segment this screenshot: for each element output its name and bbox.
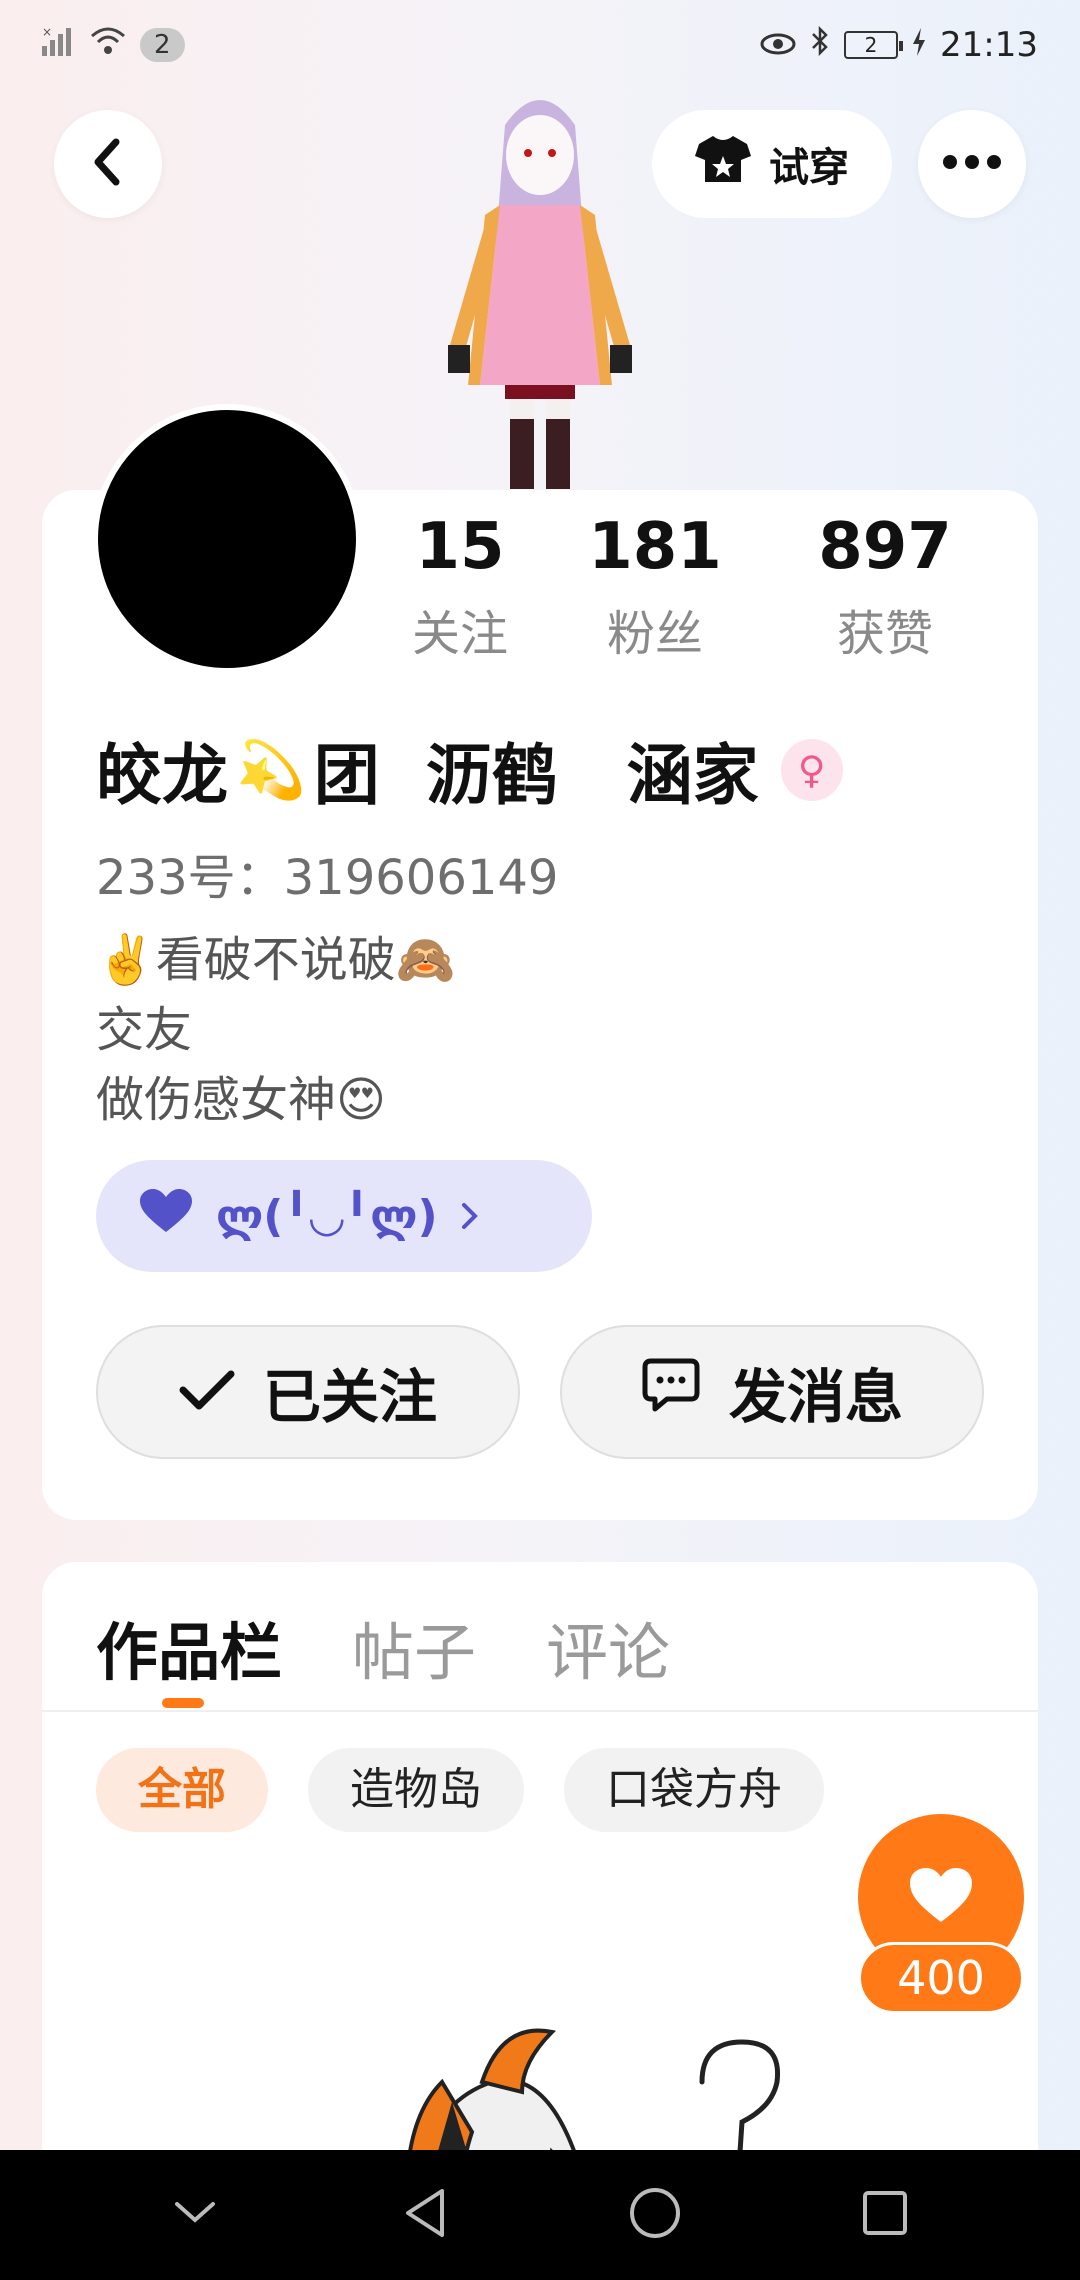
stat-value: 897 xyxy=(818,510,952,584)
battery-icon: 2 xyxy=(844,31,904,59)
username-part1: 皎龙 xyxy=(96,737,228,814)
stat-fans[interactable]: 181 粉丝 xyxy=(540,510,770,664)
stat-value: 15 xyxy=(415,510,505,584)
avatar-character-illustration xyxy=(410,85,670,490)
stat-label: 粉丝 xyxy=(606,606,703,662)
signal-icon: × xyxy=(42,25,76,65)
nav-home-button[interactable] xyxy=(615,2175,695,2255)
username: 皎龙 💫 团 沥鹤 涵家 ♀ xyxy=(96,722,843,818)
system-navigation-bar xyxy=(0,2150,1080,2280)
stats-row: 15 关注 181 粉丝 897 获赞 xyxy=(380,510,1000,664)
heart-icon xyxy=(908,1866,974,1928)
status-bar: × 2 2 21:13 xyxy=(0,0,1080,90)
status-tag-chip[interactable]: ლ(╹◡╹ლ) xyxy=(96,1160,592,1272)
notification-badge: 2 xyxy=(140,28,185,62)
content-tabs: 作品栏 帖子 评论 xyxy=(96,1602,670,1692)
bio-line: 交友 xyxy=(96,1002,193,1058)
heart-icon xyxy=(138,1188,194,1245)
more-options-button[interactable] xyxy=(918,110,1026,218)
back-button[interactable] xyxy=(54,110,162,218)
like-count: 400 xyxy=(858,1942,1024,2014)
send-message-button[interactable]: 发消息 xyxy=(560,1325,984,1459)
try-on-label: 试穿 xyxy=(769,145,849,191)
stat-value: 181 xyxy=(588,510,722,584)
chat-bubble-icon xyxy=(641,1357,701,1427)
chevron-down-icon xyxy=(173,2200,217,2230)
nav-recents-button[interactable] xyxy=(845,2175,925,2255)
bio-line: ✌️看破不说破🙈 xyxy=(96,932,456,988)
back-arrow-icon xyxy=(88,137,128,191)
circle-home-icon xyxy=(628,2186,682,2244)
nav-back-button[interactable] xyxy=(385,2175,465,2255)
dizzy-emoji: 💫 xyxy=(236,738,306,803)
username-part2: 团 沥鹤 涵家 xyxy=(313,737,759,814)
filter-creation-island[interactable]: 造物岛 xyxy=(308,1748,524,1832)
svg-text:×: × xyxy=(42,26,52,39)
active-tab-indicator xyxy=(162,1698,204,1708)
tag-text: ლ(╹◡╹ლ) xyxy=(216,1190,438,1242)
stat-following[interactable]: 15 关注 xyxy=(380,510,540,664)
bluetooth-icon xyxy=(810,25,830,65)
bio: ✌️看破不说破🙈 交友 做伤感女神😍 xyxy=(96,925,456,1135)
user-id[interactable]: 233号：319606149 xyxy=(96,838,558,908)
female-gender-icon: ♀ xyxy=(780,739,843,801)
stat-label: 关注 xyxy=(411,606,508,662)
tab-comments[interactable]: 评论 xyxy=(546,1602,670,1692)
avatar[interactable] xyxy=(92,404,362,674)
send-message-label: 发消息 xyxy=(728,1363,903,1431)
filter-chips: 全部 造物岛 口袋方舟 xyxy=(96,1748,824,1832)
stat-label: 获赞 xyxy=(836,606,933,662)
following-button[interactable]: 已关注 xyxy=(96,1325,520,1459)
checkmark-icon xyxy=(179,1358,235,1426)
filter-pocket-ark[interactable]: 口袋方舟 xyxy=(564,1748,824,1832)
square-recents-icon xyxy=(861,2189,909,2241)
following-label: 已关注 xyxy=(262,1363,437,1431)
filter-all[interactable]: 全部 xyxy=(96,1748,268,1832)
nav-collapse-button[interactable] xyxy=(155,2175,235,2255)
tab-works[interactable]: 作品栏 xyxy=(96,1602,282,1692)
triangle-back-icon xyxy=(402,2187,448,2243)
charging-icon xyxy=(912,25,926,65)
tshirt-icon xyxy=(695,134,751,194)
chevron-right-icon xyxy=(460,1191,480,1242)
eye-icon xyxy=(760,25,796,65)
more-dots-icon xyxy=(942,154,1002,174)
tab-posts[interactable]: 帖子 xyxy=(352,1602,476,1692)
try-on-button[interactable]: 试穿 xyxy=(652,110,892,218)
stat-likes[interactable]: 897 获赞 xyxy=(770,510,1000,664)
clock: 21:13 xyxy=(940,25,1038,65)
wifi-icon xyxy=(90,25,126,65)
bio-line: 做伤感女神😍 xyxy=(96,1072,387,1128)
tabs-divider xyxy=(42,1710,1038,1712)
